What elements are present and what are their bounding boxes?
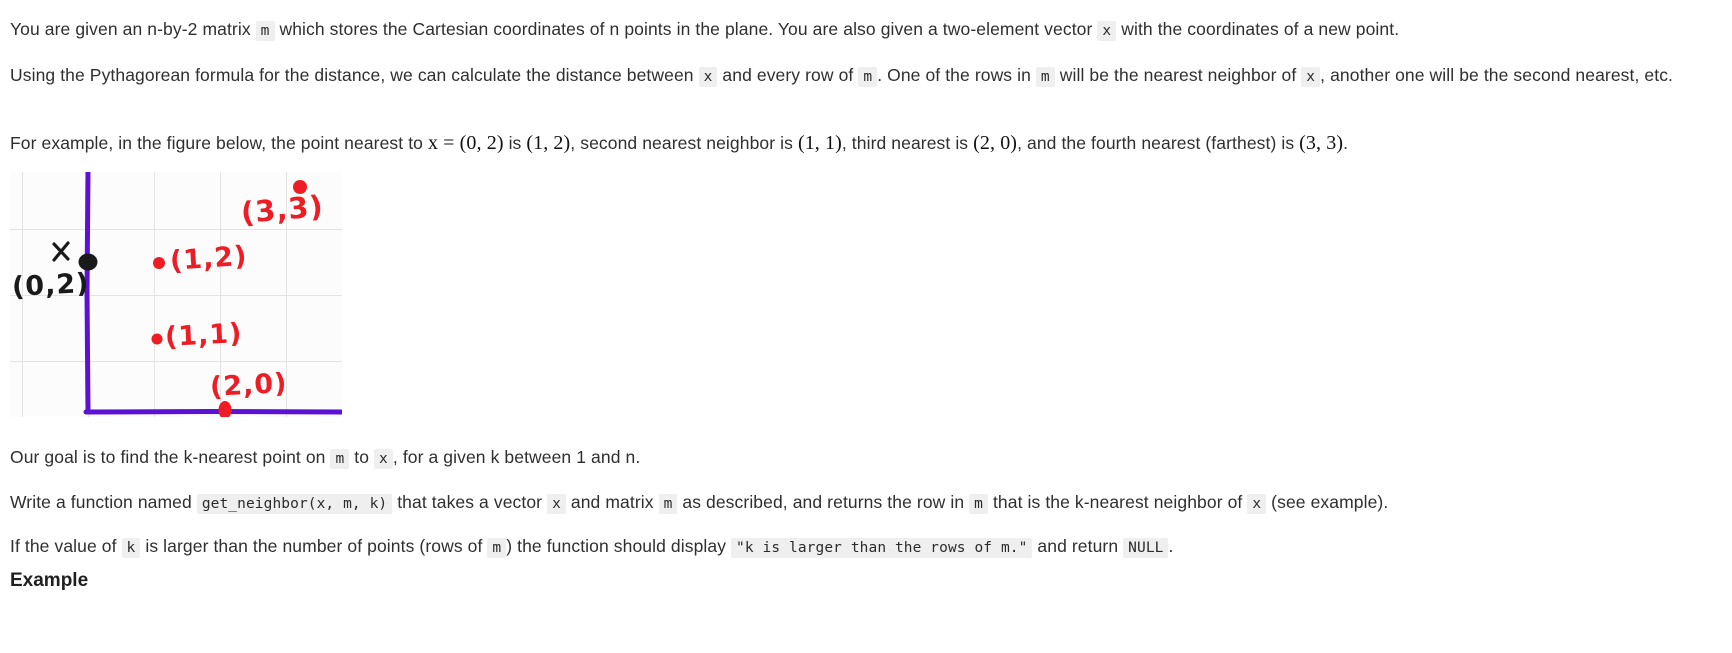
code-m: m: [658, 494, 678, 514]
x-axis-line: [83, 408, 342, 415]
math-point-3-3: (3, 3): [1299, 132, 1344, 154]
p1-text-3: with the coordinates of a new point.: [1121, 19, 1400, 39]
problem-statement-page: You are given an n-by-2 matrix m which s…: [0, 0, 1732, 653]
math-point-1-1: (1, 1): [797, 132, 842, 154]
p1-text-2: which stores the Cartesian coordinates o…: [279, 19, 1093, 39]
code-x: x: [374, 449, 393, 469]
label-point-1-1: (1,1): [164, 317, 244, 353]
p6-text-5: .: [1168, 536, 1174, 556]
p3-text-4: , third nearest is: [841, 133, 969, 153]
p4-text-3: , for a given k between 1 and n.: [392, 447, 641, 467]
point-1-2-dot: [153, 257, 165, 269]
p2-text-5: , another one will be the second nearest…: [1320, 65, 1674, 85]
code-x: x: [698, 67, 718, 87]
code-m: m: [255, 21, 275, 41]
p2-text-2: and every row of: [722, 65, 854, 85]
paragraph-example-points: For example, in the figure below, the po…: [10, 128, 1710, 158]
p5-text-2: that takes a vector: [397, 492, 543, 512]
p6-text-4: and return: [1037, 536, 1119, 556]
p1-text-1: You are given an n-by-2 matrix: [10, 19, 251, 39]
p5-text-1: Write a function named: [10, 492, 192, 512]
label-point-2-0: (2,0): [209, 367, 289, 403]
code-get-neighbor-signature: get_neighbor(x, m, k): [196, 494, 393, 514]
code-m: m: [487, 538, 507, 558]
math-point-2-0: (2, 0): [973, 132, 1018, 154]
code-x: x: [1097, 21, 1117, 41]
code-null: NULL: [1123, 538, 1169, 558]
p3-text-3: , second nearest neighbor is: [570, 133, 793, 153]
point-2-0-dot: [218, 401, 232, 417]
p5-text-6: (see example).: [1271, 492, 1389, 512]
p3-text-1: For example, in the figure below, the po…: [10, 133, 424, 153]
label-point-1-2: (1,2): [168, 240, 249, 277]
code-k: k: [121, 538, 141, 558]
p4-text-2: to: [354, 447, 370, 467]
p3-text-5: , and the fourth nearest (farthest) is: [1017, 133, 1295, 153]
p5-text-3: and matrix: [570, 492, 654, 512]
code-x: x: [1301, 67, 1321, 87]
code-x: x: [1247, 494, 1267, 514]
example-heading: Example: [10, 570, 89, 591]
label-point-3-3: (3,3): [239, 188, 326, 230]
paragraph-function-spec: Write a function named get_neighbor(x, m…: [10, 487, 1710, 519]
code-m: m: [330, 449, 350, 469]
code-m: m: [1035, 67, 1055, 87]
p2-text-1: Using the Pythagorean formula for the di…: [10, 65, 694, 85]
p2-text-3: . One of the rows in: [877, 65, 1031, 85]
p5-text-4: as described, and returns the row in: [682, 492, 965, 512]
paragraph-distance: Using the Pythagorean formula for the di…: [10, 60, 1710, 92]
code-m: m: [969, 494, 988, 514]
p2-text-4: will be the nearest neighbor of: [1059, 65, 1297, 85]
p3-text-6: .: [1343, 133, 1349, 153]
p5-text-5: that is the k-nearest neighbor of: [992, 492, 1243, 512]
math-x-equals-0-2: x = (0, 2): [427, 132, 504, 154]
math-point-1-2: (1, 2): [526, 132, 571, 154]
code-error-message: "k is larger than the rows of m.": [731, 538, 1033, 558]
coordinate-plot-figure: (0,2) (1,2) (1,1) (2,0) (3,3): [10, 172, 342, 417]
p6-text-1: If the value of: [10, 536, 117, 556]
code-m: m: [858, 67, 878, 87]
p4-text-1: Our goal is to find the k-nearest point …: [10, 447, 326, 467]
p6-text-3: ) the function should display: [506, 536, 727, 556]
p3-text-2: is: [508, 133, 522, 153]
point-1-1-dot: [151, 333, 163, 345]
paragraph-goal: Our goal is to find the k-nearest point …: [10, 442, 1710, 474]
x-marker-glyph: [52, 241, 70, 262]
paragraph-intro: You are given an n-by-2 matrix m which s…: [10, 14, 1710, 46]
p6-text-2: is larger than the number of points (row…: [145, 536, 483, 556]
code-x: x: [547, 494, 566, 514]
paragraph-error-case: If the value of k is larger than the num…: [10, 531, 1710, 563]
label-origin-0-2: (0,2): [11, 267, 91, 303]
